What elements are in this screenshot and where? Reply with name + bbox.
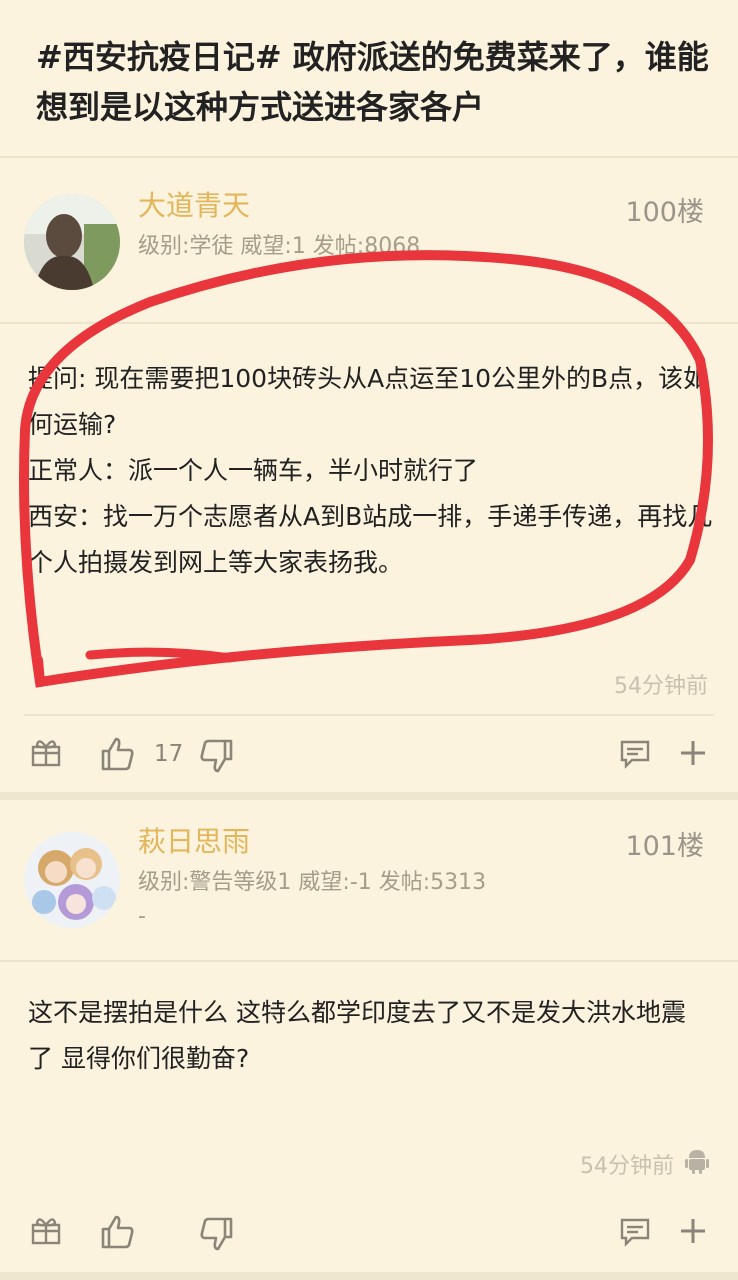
username[interactable]: 大道青天 bbox=[138, 184, 250, 224]
thumb-down-icon[interactable] bbox=[196, 736, 236, 776]
post-separator bbox=[0, 1272, 738, 1280]
username[interactable]: 萩日思雨 bbox=[138, 820, 250, 860]
user-meta-extra: - bbox=[138, 904, 146, 929]
thread-title: #西安抗疫日记# 政府派送的免费菜来了，谁能想到是以这种方式送进各家各户 bbox=[36, 38, 709, 126]
thumb-up-icon[interactable] bbox=[98, 734, 138, 774]
post-content: 这不是摆拍是什么 这特么都学印度去了又不是发大洪水地震了 显得你们很勤奋? bbox=[28, 990, 688, 1082]
thumb-up-icon[interactable] bbox=[98, 1212, 138, 1252]
content-line: 这不是摆拍是什么 这特么都学印度去了又不是发大洪水地震了 显得你们很勤奋? bbox=[28, 998, 686, 1073]
plus-icon[interactable] bbox=[674, 1212, 712, 1250]
comment-icon[interactable] bbox=[616, 734, 654, 772]
post-separator bbox=[0, 792, 738, 800]
plus-icon[interactable] bbox=[674, 734, 712, 772]
like-count: 17 bbox=[154, 741, 184, 767]
red-annotation-circle bbox=[19, 250, 713, 688]
floor-number: 101楼 bbox=[625, 831, 704, 862]
divider bbox=[24, 714, 714, 716]
post-time: 54分钟前 bbox=[580, 1154, 674, 1179]
gift-icon[interactable] bbox=[28, 1212, 64, 1248]
comment-icon[interactable] bbox=[616, 1212, 654, 1250]
user-meta: 级别:警告等级1 威望:-1 发帖:5313 bbox=[138, 870, 487, 895]
avatar[interactable] bbox=[24, 832, 120, 928]
thumb-down-icon[interactable] bbox=[196, 1214, 236, 1254]
post-time: 54分钟前 bbox=[614, 674, 708, 699]
floor-number: 100楼 bbox=[625, 197, 704, 228]
divider bbox=[0, 156, 738, 158]
divider bbox=[0, 960, 738, 962]
gift-icon[interactable] bbox=[28, 734, 64, 770]
android-icon bbox=[682, 1146, 712, 1176]
